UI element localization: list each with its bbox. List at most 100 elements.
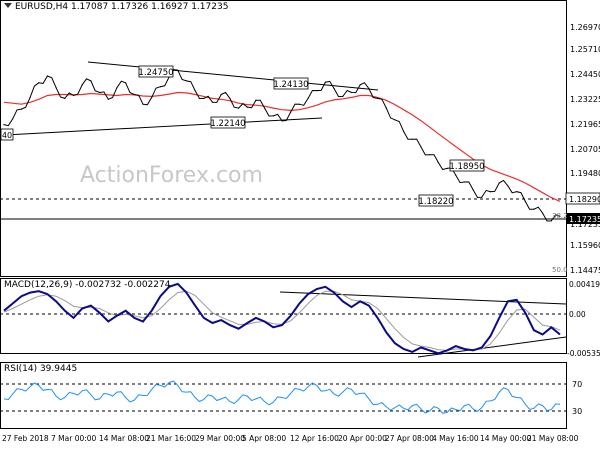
price-tick: 1.20705 <box>570 145 600 154</box>
time-label: 21 May 08:00 <box>527 434 579 443</box>
price-point <box>220 93 222 96</box>
upper-trendline <box>87 61 379 91</box>
price-point <box>394 119 396 121</box>
time-axis: 27 Feb 2018 7 Mar 00:00 14 Mar 08:00 21 … <box>2 434 579 443</box>
svg-text:1.24750: 1.24750 <box>138 68 173 78</box>
time-label: 29 Mar 00:00 <box>195 434 245 443</box>
time-label: 14 Mar 08:00 <box>99 434 149 443</box>
price-point <box>3 124 5 126</box>
svg-text:1.18950: 1.18950 <box>449 162 484 172</box>
price-point <box>281 120 283 122</box>
price-point <box>12 118 14 120</box>
price-point <box>81 84 83 86</box>
price-line <box>3 69 561 222</box>
svg-text:1.18220: 1.18220 <box>418 197 453 207</box>
time-label: 14 May 00:00 <box>480 434 532 443</box>
svg-text:1.24130: 1.24130 <box>273 80 308 90</box>
svg-text:1.22140: 1.22140 <box>210 119 245 129</box>
price-point <box>142 103 144 105</box>
price-tick: 1.19480 <box>570 169 600 178</box>
price-point <box>238 107 240 109</box>
current-price-label: 1.17235 <box>566 213 600 224</box>
chart-canvas: ActionForex.com 1.24750 1.24130 1.22140 … <box>0 0 600 443</box>
price-point <box>125 82 127 84</box>
price-point <box>437 162 439 164</box>
time-label: 21 Mar 16:00 <box>146 434 196 443</box>
rsi-line <box>3 380 561 414</box>
price-point <box>272 115 274 117</box>
macd-title: MACD(12,26,9) -0.002732 -0.002274 <box>4 280 171 290</box>
price-point <box>411 138 413 140</box>
price-point <box>29 96 31 98</box>
macd-tick: 0.004192 <box>569 280 600 289</box>
price-point <box>151 96 153 98</box>
price-tick: 1.25710 <box>570 45 600 54</box>
price-tick: 1.24450 <box>570 70 600 79</box>
annotation-122140: 1.22140 <box>210 116 246 129</box>
price-point <box>516 191 518 193</box>
price-point <box>99 91 101 94</box>
price-point <box>20 108 22 110</box>
watermark: ActionForex.com <box>80 163 263 188</box>
price-point <box>463 181 465 183</box>
chart-window: EURUSD,H4 1.17087 1.17326 1.16927 1.1723… <box>0 0 600 450</box>
price-point <box>350 91 353 94</box>
annotation-118950: 1.18950 <box>449 159 485 172</box>
price-point <box>255 99 257 101</box>
price-point <box>116 87 118 89</box>
price-point <box>342 95 344 97</box>
price-point <box>472 189 474 191</box>
time-label: 12 Apr 16:00 <box>290 434 339 443</box>
price-point <box>377 97 379 99</box>
price-point <box>290 111 292 113</box>
macd-tick: -0.005356 <box>567 349 600 358</box>
macd-tick: 0.00 <box>569 310 586 319</box>
price-point <box>229 97 231 99</box>
rsi-axis: 70 30 <box>572 380 582 416</box>
price-point <box>403 130 405 132</box>
price-point <box>159 86 161 88</box>
price-point <box>55 87 57 89</box>
price-point <box>316 90 318 92</box>
rsi-tick: 30 <box>572 407 582 416</box>
time-label: 27 Feb 2018 <box>2 434 49 443</box>
price-point <box>359 84 361 86</box>
price-point <box>385 107 387 109</box>
price-point <box>324 81 326 83</box>
price-tick: 1.14475 <box>570 266 600 275</box>
annotation-124750: 1.24750 <box>138 65 174 78</box>
price-tick: 1.26970 <box>570 23 600 32</box>
svg-text:1.17235: 1.17235 <box>569 215 600 224</box>
svg-text:1.18290: 1.18290 <box>569 195 600 204</box>
price-point <box>211 101 214 103</box>
macd-line <box>3 282 561 355</box>
price-point <box>420 146 422 148</box>
annotation-118220: 1.18220 <box>418 194 454 207</box>
price-point <box>64 97 66 99</box>
price-point <box>38 82 40 84</box>
time-label: 5 Apr 08:00 <box>242 434 286 443</box>
price-point <box>46 75 49 77</box>
fib-level-50: 50.0 <box>552 266 568 274</box>
level-label: 1.18290 <box>565 192 600 205</box>
price-point <box>498 182 500 184</box>
price-point <box>481 196 483 198</box>
price-point <box>246 106 248 108</box>
price-point <box>194 90 196 92</box>
price-point <box>185 80 187 82</box>
time-label: 27 Apr 08:00 <box>385 434 434 443</box>
price-tick: 1.23225 <box>570 95 600 104</box>
main-panel-frame <box>0 0 567 277</box>
price-point <box>507 185 509 187</box>
rsi-tick: 70 <box>572 380 582 389</box>
svg-text:40: 40 <box>2 131 12 140</box>
price-point <box>90 80 92 82</box>
edge-label-box: 40 <box>0 128 14 141</box>
price-point <box>446 167 448 169</box>
price-point <box>264 107 266 109</box>
rsi-panel-frame <box>0 362 567 429</box>
price-point <box>489 191 492 193</box>
price-axis: 1.26970 1.25710 1.24450 1.23225 1.21965 … <box>570 23 600 275</box>
price-point <box>429 154 431 156</box>
lower-trendline <box>4 117 323 136</box>
